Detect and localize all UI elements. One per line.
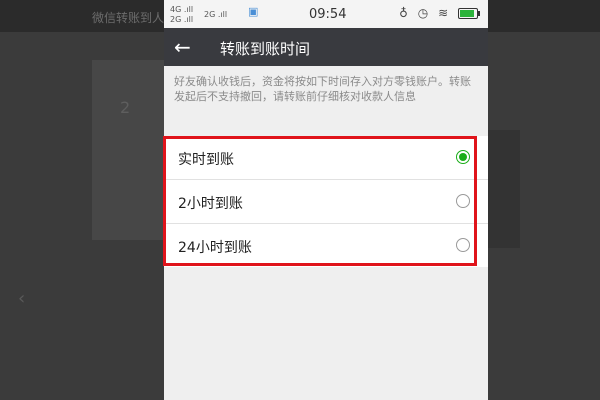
status-bar: 4G .ıll 2G .ıll 2G .ıll ▣ 09:54 ♁ ◷ ≋ [164, 0, 488, 28]
signal-icon-2: 2G .ıll [170, 15, 194, 24]
background-left-arrow-icon: ‹ [18, 288, 26, 309]
option-realtime[interactable]: 实时到账 [164, 136, 488, 180]
radio-checked-icon[interactable] [456, 150, 470, 164]
wifi-icon: ≋ [438, 6, 449, 20]
transfer-notice: 好友确认收钱后，资金将按如下时间存入对方零钱账户。转账发起后不支持撤回，请转账前… [174, 75, 471, 103]
page-title: 转账到账时间 [220, 40, 311, 58]
battery-icon [458, 8, 480, 19]
option-2-hours[interactable]: 2小时到账 [164, 180, 488, 224]
gallery-icon: ▣ [248, 5, 259, 18]
bulb-icon: ♁ [399, 6, 408, 20]
background-heading: 2 [120, 98, 131, 117]
signal-icon-3: 2G .ıll [204, 10, 228, 19]
status-time: 09:54 [309, 7, 347, 22]
arrival-time-options: 实时到账 2小时到账 24小时到账 [164, 136, 488, 267]
background-side-panel [488, 130, 520, 248]
back-arrow-icon[interactable]: ← [174, 35, 191, 59]
option-label: 实时到账 [178, 152, 234, 168]
option-label: 24小时到账 [178, 240, 252, 256]
app-bar: ← 转账到账时间 [164, 28, 488, 66]
radio-unchecked-icon[interactable] [456, 238, 470, 252]
phone-screen: 4G .ıll 2G .ıll 2G .ıll ▣ 09:54 ♁ ◷ ≋ ← … [164, 0, 488, 400]
option-label: 2小时到账 [178, 196, 243, 212]
signal-icon-1: 4G .ıll [170, 5, 194, 14]
alarm-icon: ◷ [417, 6, 429, 20]
status-icons: ♁ ◷ ≋ [399, 6, 480, 20]
option-24-hours[interactable]: 24小时到账 [164, 224, 488, 267]
background-app-title: 微信转账到人 [92, 11, 165, 25]
battery-fill [460, 10, 474, 17]
radio-unchecked-icon[interactable] [456, 194, 470, 208]
background-panel [92, 60, 172, 240]
